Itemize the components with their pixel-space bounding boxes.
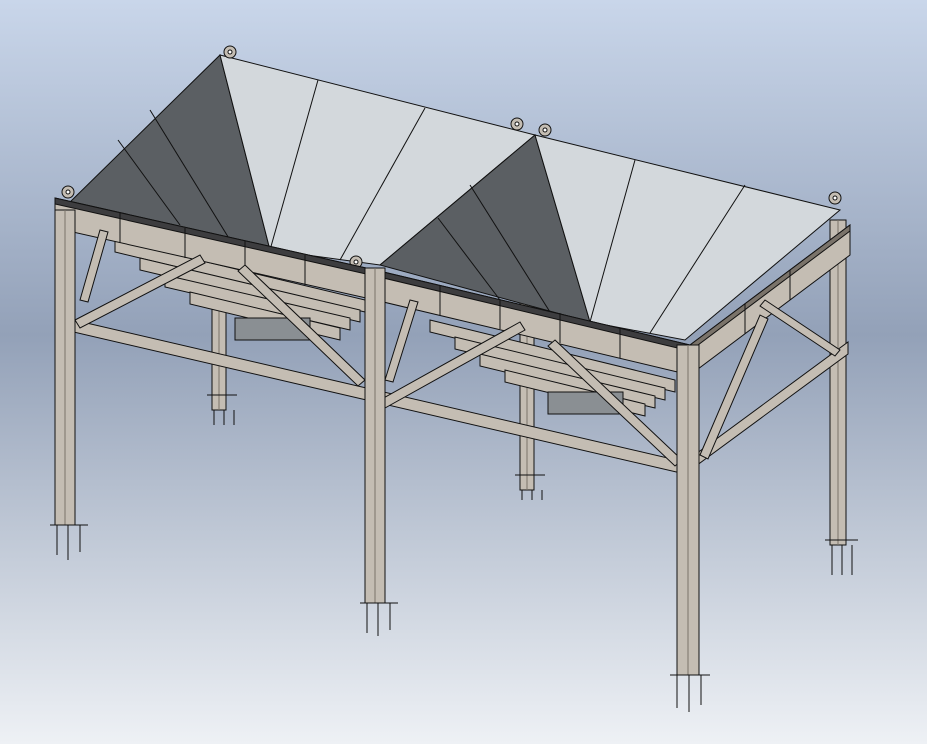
lug-3: [538, 123, 552, 137]
structure-drawing: [0, 0, 927, 744]
lug-1: [223, 45, 237, 59]
cad-viewport: [0, 0, 927, 744]
background: [0, 0, 927, 744]
lug-2: [510, 117, 524, 131]
lug-5: [61, 185, 75, 199]
lug-4: [828, 191, 842, 205]
